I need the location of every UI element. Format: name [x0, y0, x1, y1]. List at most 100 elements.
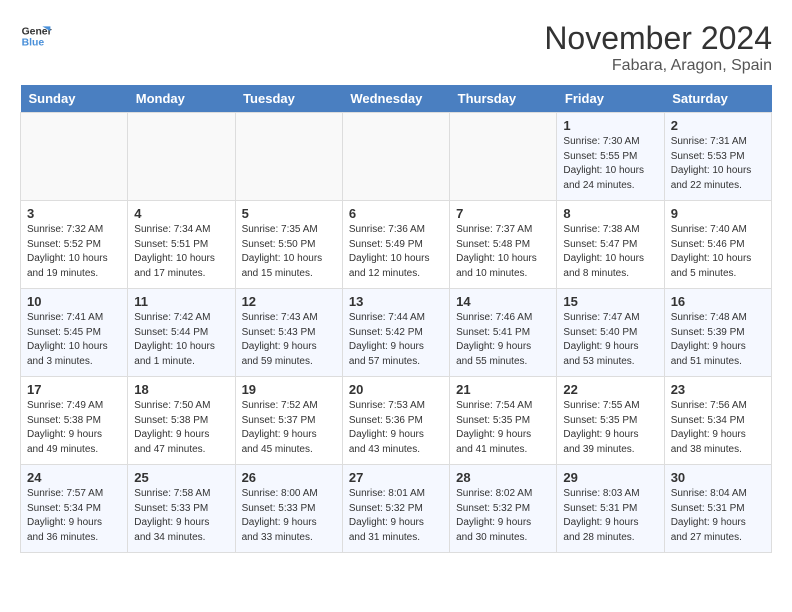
day-info: Sunrise: 7:30 AM Sunset: 5:55 PM Dayligh…: [563, 135, 657, 193]
day-info: Sunrise: 8:03 AM Sunset: 5:31 PM Dayligh…: [563, 487, 657, 545]
day-info: Sunrise: 7:54 AM Sunset: 5:35 PM Dayligh…: [456, 399, 550, 457]
day-number: 17: [27, 382, 121, 397]
calendar-cell: 22 Sunrise: 7:55 AM Sunset: 5:35 PM Dayli…: [557, 377, 664, 465]
calendar-cell: 16Sunrise: 7:48 AM Sunset: 5:39 PM Dayli…: [664, 289, 771, 377]
day-info: Sunrise: 7:44 AM Sunset: 5:42 PM Dayligh…: [349, 311, 443, 369]
day-info: Sunrise: 7:32 AM Sunset: 5:52 PM Dayligh…: [27, 223, 121, 281]
calendar-cell: 26 Sunrise: 8:00 AM Sunset: 5:33 PM Dayli…: [235, 465, 342, 553]
day-info: Sunrise: 7:57 AM Sunset: 5:34 PM Dayligh…: [27, 487, 121, 545]
day-info: Sunrise: 7:47 AM Sunset: 5:40 PM Dayligh…: [563, 311, 657, 369]
day-info: Sunrise: 7:31 AM Sunset: 5:53 PM Dayligh…: [671, 135, 765, 193]
day-number: 18: [134, 382, 228, 397]
calendar-cell: [128, 113, 235, 201]
header-wednesday: Wednesday: [342, 85, 449, 113]
day-number: 23: [671, 382, 765, 397]
day-info: Sunrise: 7:38 AM Sunset: 5:47 PM Dayligh…: [563, 223, 657, 281]
title-block: November 2024 Fabara, Aragon, Spain: [544, 20, 772, 75]
calendar-cell: 17 Sunrise: 7:49 AM Sunset: 5:38 PM Dayli…: [21, 377, 128, 465]
day-number: 30: [671, 470, 765, 485]
calendar-cell: 6 Sunrise: 7:36 AM Sunset: 5:49 PM Daylig…: [342, 201, 449, 289]
day-number: 28: [456, 470, 550, 485]
header-friday: Friday: [557, 85, 664, 113]
day-number: 13: [349, 294, 443, 309]
calendar-cell: 1 Sunrise: 7:30 AM Sunset: 5:55 PM Daylig…: [557, 113, 664, 201]
calendar-cell: 19 Sunrise: 7:52 AM Sunset: 5:37 PM Dayli…: [235, 377, 342, 465]
calendar-cell: 13 Sunrise: 7:44 AM Sunset: 5:42 PM Dayli…: [342, 289, 449, 377]
calendar-table: SundayMondayTuesdayWednesdayThursdayFrid…: [20, 85, 772, 553]
day-number: 15: [563, 294, 657, 309]
calendar-cell: 18 Sunrise: 7:50 AM Sunset: 5:38 PM Dayli…: [128, 377, 235, 465]
calendar-cell: 28 Sunrise: 8:02 AM Sunset: 5:32 PM Dayli…: [450, 465, 557, 553]
calendar-cell: [450, 113, 557, 201]
day-number: 9: [671, 206, 765, 221]
day-info: Sunrise: 8:00 AM Sunset: 5:33 PM Dayligh…: [242, 487, 336, 545]
day-info: Sunrise: 7:43 AM Sunset: 5:43 PM Dayligh…: [242, 311, 336, 369]
day-number: 20: [349, 382, 443, 397]
day-info: Sunrise: 7:49 AM Sunset: 5:38 PM Dayligh…: [27, 399, 121, 457]
calendar-cell: 5 Sunrise: 7:35 AM Sunset: 5:50 PM Daylig…: [235, 201, 342, 289]
day-number: 14: [456, 294, 550, 309]
week-row-3: 17 Sunrise: 7:49 AM Sunset: 5:38 PM Dayli…: [21, 377, 772, 465]
day-info: Sunrise: 7:50 AM Sunset: 5:38 PM Dayligh…: [134, 399, 228, 457]
calendar-cell: 8 Sunrise: 7:38 AM Sunset: 5:47 PM Daylig…: [557, 201, 664, 289]
day-info: Sunrise: 7:58 AM Sunset: 5:33 PM Dayligh…: [134, 487, 228, 545]
month-title: November 2024: [544, 20, 772, 57]
calendar-cell: [235, 113, 342, 201]
calendar-cell: 27Sunrise: 8:01 AM Sunset: 5:32 PM Dayli…: [342, 465, 449, 553]
day-number: 21: [456, 382, 550, 397]
day-number: 22: [563, 382, 657, 397]
calendar-cell: 23 Sunrise: 7:56 AM Sunset: 5:34 PM Dayli…: [664, 377, 771, 465]
week-row-2: 10 Sunrise: 7:41 AM Sunset: 5:45 PM Dayli…: [21, 289, 772, 377]
page-header: General Blue November 2024 Fabara, Arago…: [20, 20, 772, 75]
header-thursday: Thursday: [450, 85, 557, 113]
day-info: Sunrise: 7:34 AM Sunset: 5:51 PM Dayligh…: [134, 223, 228, 281]
day-info: Sunrise: 7:35 AM Sunset: 5:50 PM Dayligh…: [242, 223, 336, 281]
calendar-cell: 7Sunrise: 7:37 AM Sunset: 5:48 PM Daylig…: [450, 201, 557, 289]
svg-text:Blue: Blue: [22, 38, 45, 49]
day-info: Sunrise: 7:55 AM Sunset: 5:35 PM Dayligh…: [563, 399, 657, 457]
day-number: 12: [242, 294, 336, 309]
day-number: 7: [456, 206, 550, 221]
calendar-cell: 12 Sunrise: 7:43 AM Sunset: 5:43 PM Dayli…: [235, 289, 342, 377]
calendar-cell: [342, 113, 449, 201]
day-info: Sunrise: 7:36 AM Sunset: 5:49 PM Dayligh…: [349, 223, 443, 281]
day-number: 6: [349, 206, 443, 221]
calendar-cell: 20Sunrise: 7:53 AM Sunset: 5:36 PM Dayli…: [342, 377, 449, 465]
calendar-cell: 4 Sunrise: 7:34 AM Sunset: 5:51 PM Daylig…: [128, 201, 235, 289]
day-info: Sunrise: 7:56 AM Sunset: 5:34 PM Dayligh…: [671, 399, 765, 457]
week-row-1: 3Sunrise: 7:32 AM Sunset: 5:52 PM Daylig…: [21, 201, 772, 289]
day-info: Sunrise: 7:42 AM Sunset: 5:44 PM Dayligh…: [134, 311, 228, 369]
day-info: Sunrise: 8:02 AM Sunset: 5:32 PM Dayligh…: [456, 487, 550, 545]
day-number: 26: [242, 470, 336, 485]
day-number: 11: [134, 294, 228, 309]
week-row-4: 24 Sunrise: 7:57 AM Sunset: 5:34 PM Dayli…: [21, 465, 772, 553]
header-tuesday: Tuesday: [235, 85, 342, 113]
day-number: 16: [671, 294, 765, 309]
day-number: 19: [242, 382, 336, 397]
day-info: Sunrise: 7:41 AM Sunset: 5:45 PM Dayligh…: [27, 311, 121, 369]
day-number: 24: [27, 470, 121, 485]
header-saturday: Saturday: [664, 85, 771, 113]
logo-icon: General Blue: [20, 20, 52, 52]
day-info: Sunrise: 7:40 AM Sunset: 5:46 PM Dayligh…: [671, 223, 765, 281]
week-row-0: 1 Sunrise: 7:30 AM Sunset: 5:55 PM Daylig…: [21, 113, 772, 201]
calendar-cell: 29 Sunrise: 8:03 AM Sunset: 5:31 PM Dayli…: [557, 465, 664, 553]
day-number: 29: [563, 470, 657, 485]
day-number: 5: [242, 206, 336, 221]
day-number: 8: [563, 206, 657, 221]
day-number: 2: [671, 118, 765, 133]
day-number: 25: [134, 470, 228, 485]
calendar-cell: 3Sunrise: 7:32 AM Sunset: 5:52 PM Daylig…: [21, 201, 128, 289]
day-number: 4: [134, 206, 228, 221]
day-info: Sunrise: 8:01 AM Sunset: 5:32 PM Dayligh…: [349, 487, 443, 545]
calendar-cell: 2 Sunrise: 7:31 AM Sunset: 5:53 PM Daylig…: [664, 113, 771, 201]
calendar-cell: 21 Sunrise: 7:54 AM Sunset: 5:35 PM Dayli…: [450, 377, 557, 465]
day-info: Sunrise: 8:04 AM Sunset: 5:31 PM Dayligh…: [671, 487, 765, 545]
header-sunday: Sunday: [21, 85, 128, 113]
calendar-cell: 24 Sunrise: 7:57 AM Sunset: 5:34 PM Dayli…: [21, 465, 128, 553]
calendar-cell: 14Sunrise: 7:46 AM Sunset: 5:41 PM Dayli…: [450, 289, 557, 377]
day-info: Sunrise: 7:52 AM Sunset: 5:37 PM Dayligh…: [242, 399, 336, 457]
day-number: 10: [27, 294, 121, 309]
calendar-header-row: SundayMondayTuesdayWednesdayThursdayFrid…: [21, 85, 772, 113]
day-number: 1: [563, 118, 657, 133]
